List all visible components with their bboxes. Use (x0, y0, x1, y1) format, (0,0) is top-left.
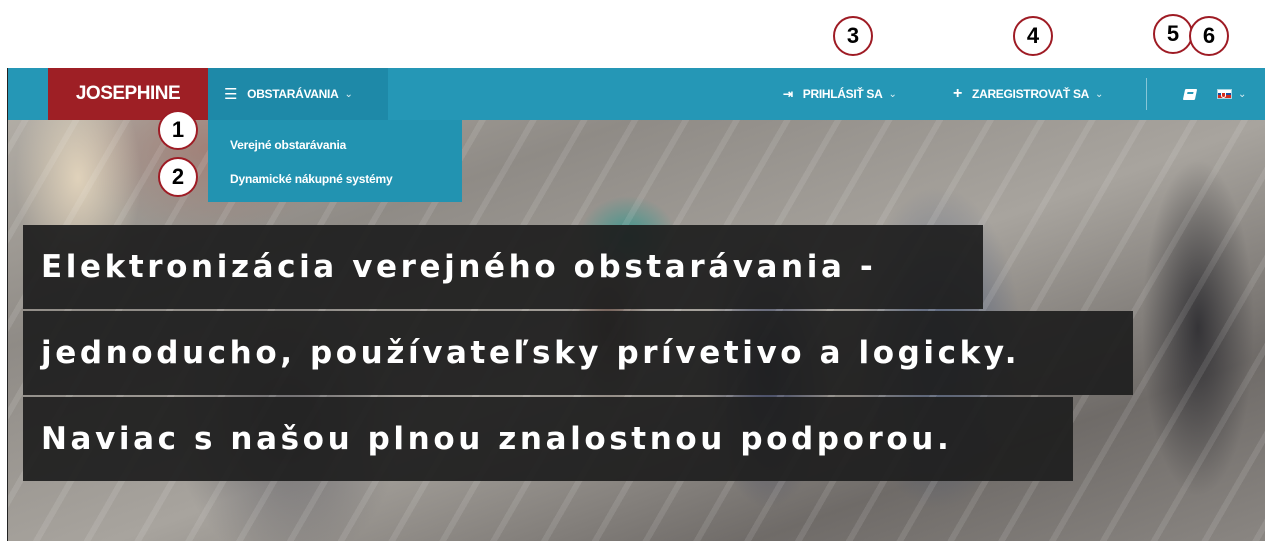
hero-tagline-line-2: jednoducho, používateľsky prívetivo a lo… (23, 311, 1133, 395)
navbar-divider (1146, 78, 1147, 110)
language-selector[interactable]: ⌄ (1217, 68, 1246, 120)
dropdown-item-dynamicke-nakupne-systemy[interactable]: Dynamické nákupné systémy (230, 172, 393, 186)
chevron-down-icon: ⌄ (1238, 88, 1247, 100)
sign-in-icon: ⇥ (783, 87, 793, 101)
dropdown-item-verejne-obstaravania[interactable]: Verejné obstarávania (230, 138, 346, 152)
annotation-marker-6: 6 (1189, 16, 1229, 56)
annotation-marker-1: 1 (158, 110, 198, 150)
slovak-flag-icon (1217, 89, 1232, 99)
chevron-down-icon: ⌄ (344, 88, 353, 100)
register-label: ZAREGISTROVAŤ SA (972, 87, 1090, 101)
hamburger-icon: ☰ (224, 86, 238, 103)
obstaravania-label: OBSTARÁVANIA (247, 87, 339, 101)
chevron-down-icon: ⌄ (1095, 88, 1104, 100)
book-icon (1182, 88, 1198, 100)
annotation-marker-4: 4 (1013, 16, 1053, 56)
plus-icon: + (953, 85, 963, 102)
chevron-down-icon: ⌄ (888, 88, 897, 100)
annotation-marker-2: 2 (158, 157, 198, 197)
manual-button[interactable] (1182, 68, 1198, 120)
top-navbar: JOSEPHINE ☰ OBSTARÁVANIA ⌄ ⇥ PRIHLÁSIŤ S… (8, 68, 1265, 120)
annotation-marker-3: 3 (833, 16, 873, 56)
annotation-marker-5: 5 (1153, 14, 1193, 54)
login-label: PRIHLÁSIŤ SA (802, 87, 883, 101)
login-button[interactable]: ⇥ PRIHLÁSIŤ SA ⌄ (783, 68, 897, 120)
obstaravania-menu-button[interactable]: ☰ OBSTARÁVANIA ⌄ (208, 68, 388, 120)
hero-tagline-line-1: Elektronizácia verejného obstarávania - (23, 225, 983, 309)
obstaravania-dropdown: Verejné obstarávania Dynamické nákupné s… (208, 120, 462, 202)
hero-tagline-line-3: Naviac s našou plnou znalostnou podporou… (23, 397, 1073, 481)
register-button[interactable]: + ZAREGISTROVAŤ SA ⌄ (953, 68, 1103, 120)
